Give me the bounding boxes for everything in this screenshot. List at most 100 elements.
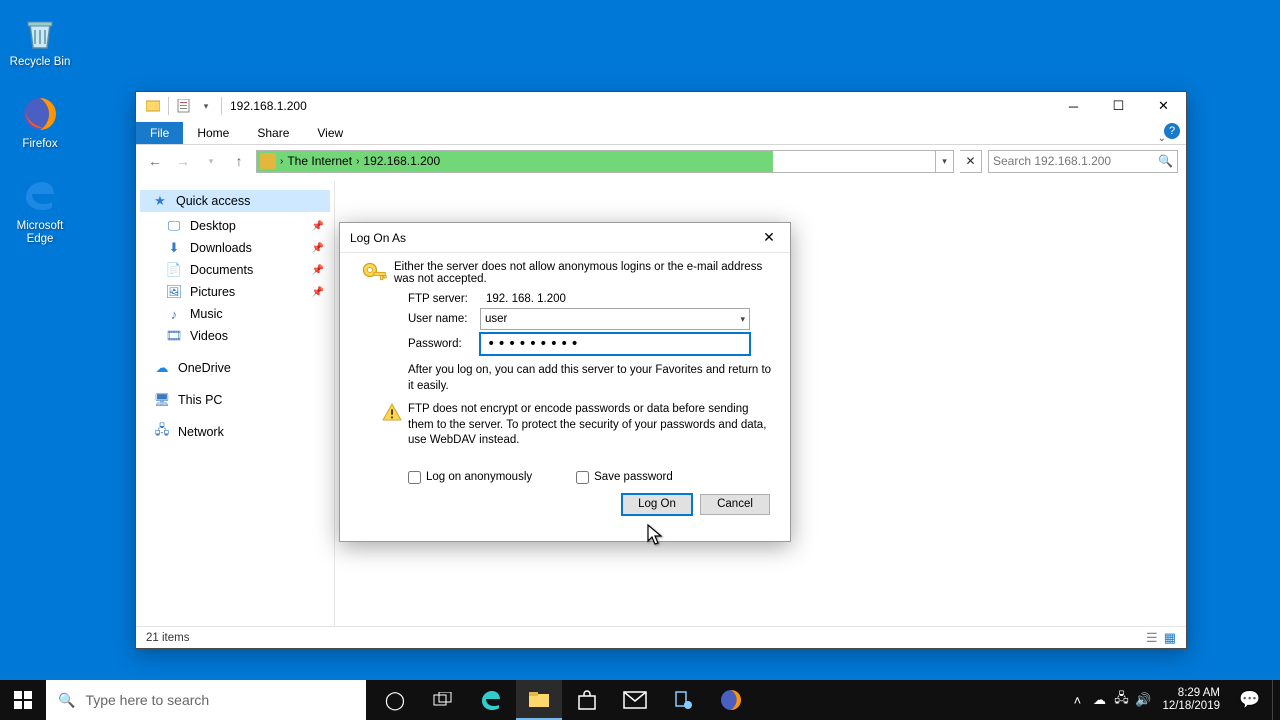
view-large-button[interactable]: ▦ — [1164, 630, 1176, 646]
sidebar-label: OneDrive — [178, 361, 231, 375]
sidebar-this-pc[interactable]: 🖥 This PC — [136, 389, 334, 411]
stop-refresh-button[interactable]: ✕ — [960, 150, 982, 173]
tray-volume-icon[interactable]: 🔊 — [1132, 692, 1154, 708]
desktop-icon-firefox[interactable]: Firefox — [4, 94, 76, 152]
view-details-button[interactable]: ☰ — [1146, 630, 1158, 646]
sidebar-label: Desktop — [190, 219, 236, 233]
desktop-icon-recycle-bin[interactable]: Recycle Bin — [4, 12, 76, 70]
cortana-button[interactable]: ◯ — [372, 680, 418, 720]
thispc-icon: 🖥 — [154, 392, 170, 408]
anonymous-checkbox[interactable]: Log on anonymously — [408, 471, 532, 484]
separator — [168, 97, 169, 115]
address-bar[interactable]: › The Internet › 192.168.1.200 ▾ — [256, 150, 954, 173]
separator — [221, 97, 222, 115]
dialog-close-button[interactable]: ✕ — [756, 228, 782, 248]
tab-file[interactable]: File — [136, 122, 183, 144]
start-button[interactable] — [0, 680, 46, 720]
logon-button[interactable]: Log On — [622, 494, 692, 515]
tray-notifications-button[interactable]: 💬 — [1228, 690, 1272, 710]
help-button[interactable]: ? — [1164, 123, 1180, 139]
taskbar-app-other[interactable] — [660, 680, 706, 720]
system-tray: ˄ ☁ 🖧 🔊 8:29 AM 12/18/2019 💬 — [1066, 680, 1280, 720]
breadcrumb-root[interactable]: The Internet — [287, 154, 352, 168]
address-dropdown-button[interactable]: ▾ — [935, 151, 953, 172]
breadcrumb-leaf[interactable]: 192.168.1.200 — [363, 154, 440, 168]
taskbar-app-store[interactable] — [564, 680, 610, 720]
password-label: Password: — [408, 338, 480, 350]
chevron-right-icon: › — [280, 156, 283, 167]
qat-customize-icon[interactable]: ▾ — [195, 95, 217, 117]
documents-icon: 📄 — [166, 262, 182, 278]
tab-home[interactable]: Home — [183, 122, 243, 144]
sidebar-network[interactable]: 🖧 Network — [136, 421, 334, 443]
tray-onedrive-icon[interactable]: ☁ — [1088, 692, 1110, 708]
qat-app-icon[interactable] — [142, 95, 164, 117]
sidebar-documents[interactable]: 📄 Documents 📌 — [136, 259, 334, 281]
search-placeholder: Search 192.168.1.200 — [993, 154, 1111, 168]
tab-share[interactable]: Share — [243, 122, 303, 144]
pin-icon: 📌 — [312, 243, 324, 254]
show-desktop-button[interactable] — [1272, 680, 1278, 720]
taskbar-app-edge[interactable] — [468, 680, 514, 720]
cancel-button[interactable]: Cancel — [700, 494, 770, 515]
sidebar-label: Documents — [190, 263, 253, 277]
sidebar-quick-access[interactable]: ★ Quick access — [140, 190, 330, 212]
dialog-title: Log On As — [350, 231, 406, 245]
status-text: 21 items — [146, 632, 189, 644]
username-label: User name: — [408, 313, 480, 325]
edge-icon — [20, 176, 60, 216]
warning-icon — [382, 403, 402, 427]
username-input[interactable]: user ▾ — [480, 308, 750, 330]
minimize-button[interactable]: ─ — [1051, 92, 1096, 120]
sidebar-label: Quick access — [176, 194, 250, 208]
sidebar-label: Music — [190, 307, 223, 321]
sidebar-desktop[interactable]: 🖵 Desktop 📌 — [136, 215, 334, 237]
save-password-label: Save password — [594, 471, 673, 483]
sidebar-onedrive[interactable]: ☁ OneDrive — [136, 357, 334, 379]
pin-icon: 📌 — [312, 265, 324, 276]
desktop-icon-label: Microsoft Edge — [4, 220, 76, 248]
desktop-icon-edge[interactable]: Microsoft Edge — [4, 176, 76, 248]
taskbar-app-mail[interactable] — [612, 680, 658, 720]
taskbar-app-explorer[interactable] — [516, 680, 562, 720]
password-input[interactable] — [480, 333, 750, 355]
dialog-message: Either the server does not allow anonymo… — [394, 261, 776, 287]
dialog-titlebar[interactable]: Log On As ✕ — [340, 223, 790, 253]
star-icon: ★ — [152, 193, 168, 209]
taskview-button[interactable] — [420, 680, 466, 720]
titlebar[interactable]: ▾ 192.168.1.200 ─ ☐ ✕ — [136, 92, 1186, 120]
key-icon — [354, 261, 394, 287]
sidebar-downloads[interactable]: ⬇Downloads📌 — [136, 237, 334, 259]
network-icon: 🖧 — [154, 424, 170, 440]
ribbon-tabs: File Home Share View ⌄ ? — [136, 120, 1186, 144]
chevron-down-icon[interactable]: ▾ — [740, 314, 745, 325]
close-button[interactable]: ✕ — [1141, 92, 1186, 120]
pin-icon: 📌 — [312, 221, 324, 232]
qat-properties-icon[interactable] — [173, 95, 195, 117]
nav-back-button[interactable]: ← — [144, 150, 166, 172]
taskbar-app-firefox[interactable] — [708, 680, 754, 720]
sidebar-label: Network — [178, 425, 224, 439]
tray-clock[interactable]: 8:29 AM 12/18/2019 — [1154, 687, 1228, 713]
pictures-icon: 🖼 — [166, 284, 182, 300]
ftp-server-label: FTP server: — [408, 293, 480, 305]
maximize-button[interactable]: ☐ — [1096, 92, 1141, 120]
sidebar-pictures[interactable]: 🖼Pictures📌 — [136, 281, 334, 303]
nav-forward-button[interactable]: → — [172, 150, 194, 172]
search-input[interactable]: Search 192.168.1.200 🔍 — [988, 150, 1178, 173]
desktop-icon: 🖵 — [166, 218, 182, 234]
taskbar-search-input[interactable]: 🔍 Type here to search — [46, 680, 366, 720]
recycle-bin-icon — [20, 12, 60, 52]
desktop-icon-label: Recycle Bin — [4, 56, 76, 70]
logon-dialog: Log On As ✕ Either the server does not a… — [339, 222, 791, 542]
music-icon: ♪ — [166, 306, 182, 322]
save-password-checkbox[interactable]: Save password — [576, 471, 673, 484]
tray-chevron-up-icon[interactable]: ˄ — [1066, 693, 1088, 708]
tab-view[interactable]: View — [303, 122, 357, 144]
tray-network-icon[interactable]: 🖧 — [1110, 689, 1132, 711]
sidebar-music[interactable]: ♪ Music — [136, 303, 334, 325]
nav-recent-dropdown[interactable]: ▾ — [200, 150, 222, 172]
sidebar-videos[interactable]: 🎞Videos — [136, 325, 334, 347]
nav-up-button[interactable]: ↑ — [228, 150, 250, 172]
sidebar-label: Pictures — [190, 285, 235, 299]
